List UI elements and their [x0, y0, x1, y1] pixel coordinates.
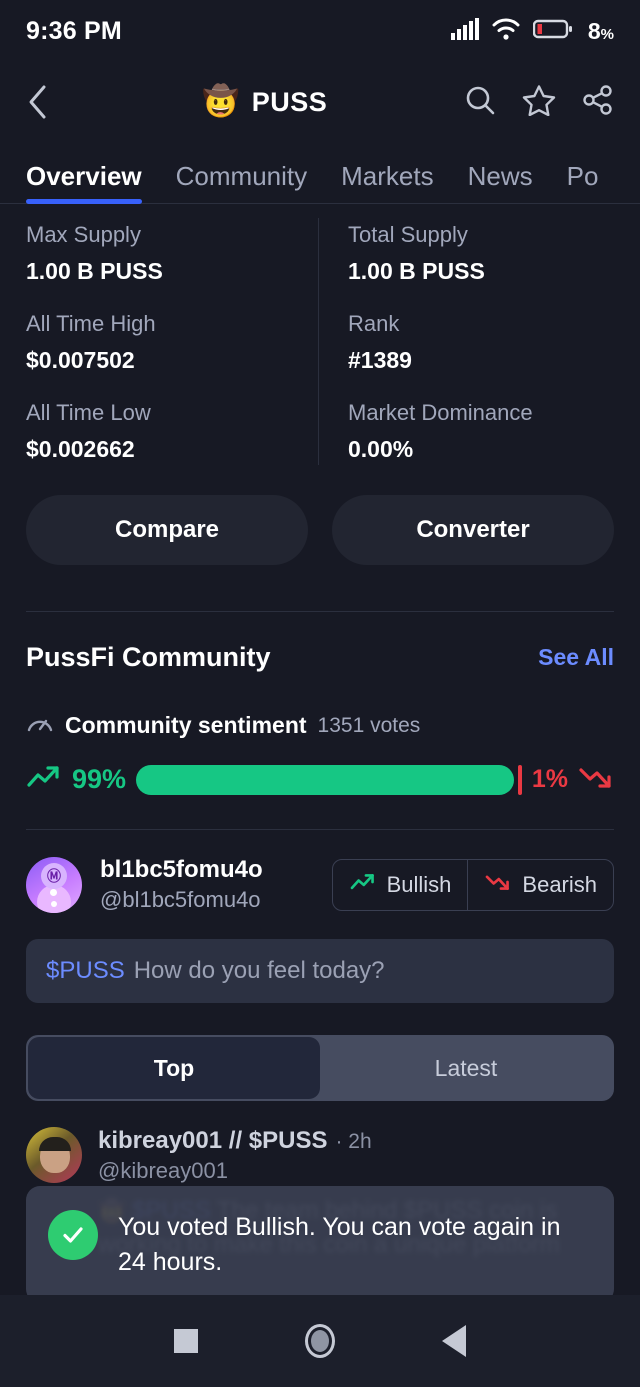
stat-value: 1.00 B PUSS [348, 258, 485, 284]
stat-label: Rank [348, 311, 400, 336]
section-tabs: Overview Community Markets News Po [0, 142, 640, 204]
status-bar-time: 9:36 PM [26, 16, 122, 45]
stat-label: All Time High [26, 311, 156, 336]
avatar-hair [39, 1137, 71, 1151]
see-all-link[interactable]: See All [538, 644, 614, 671]
coin-logo-icon: 🤠 [202, 85, 240, 118]
current-user-meta: bl1bc5fomu4o @bl1bc5fomu4o [100, 856, 314, 913]
stats-column-left: Max Supply 1.00 B PUSS All Time High $0.… [26, 222, 320, 489]
stat-value: 0.00% [348, 436, 414, 462]
tab-news[interactable]: News [468, 161, 533, 204]
stat-label: Max Supply [26, 222, 141, 247]
vote-bearish-button[interactable]: Bearish [467, 859, 613, 910]
bullish-percent: 99% [72, 764, 127, 794]
wifi-icon [492, 18, 520, 45]
stat-all-time-low: All Time Low $0.002662 [26, 400, 320, 463]
compare-button[interactable]: Compare [26, 495, 308, 565]
stat-value: 1.00 B PUSS [26, 258, 163, 284]
sentiment-votes-count: 1351 votes [317, 713, 421, 737]
post-timestamp: · 2h [335, 1130, 372, 1153]
square-icon[interactable] [173, 1329, 198, 1353]
sentiment-bar-bearish [518, 764, 522, 795]
current-user-handle: @bl1bc5fomu4o [100, 887, 261, 912]
star-icon[interactable] [522, 84, 556, 121]
community-section-header: PussFi Community See All [0, 612, 640, 673]
check-circle-icon [48, 1210, 98, 1260]
stat-value: $0.007502 [26, 347, 135, 373]
avatar-dot [50, 888, 57, 896]
current-user-row: Ⓜ bl1bc5fomu4o @bl1bc5fomu4o Bullish Bea… [0, 830, 640, 913]
header-title-group: 🤠 PUSS [66, 84, 464, 120]
community-section-title: PussFi Community [26, 642, 271, 672]
vote-bullish-button[interactable]: Bullish [333, 860, 468, 910]
avatar-dot [51, 900, 57, 907]
header-back-button[interactable] [26, 84, 66, 120]
avatar-logo-icon: Ⓜ [41, 862, 67, 889]
page-title: PUSS [251, 86, 328, 117]
stats-divider [318, 218, 319, 465]
post-avatar[interactable] [26, 1127, 82, 1183]
vote-button-group: Bullish Bearish [331, 858, 614, 911]
post-header: kibreay001 // $PUSS · 2h [98, 1127, 614, 1155]
converter-button[interactable]: Converter [332, 495, 614, 565]
stat-value: #1389 [348, 347, 412, 373]
post-author-handle: @kibreay001 [98, 1158, 228, 1183]
battery-percent: 8% [587, 17, 614, 44]
feed-filter-segment: Top Latest [26, 1035, 614, 1101]
sentiment-bar [136, 764, 522, 795]
stat-rank: Rank #1389 [348, 311, 614, 374]
post-composer[interactable]: $PUSS How do you feel today? [26, 939, 614, 1003]
sentiment-title: Community sentiment [65, 712, 307, 738]
stats-column-right: Total Supply 1.00 B PUSS Rank #1389 Mark… [320, 222, 614, 489]
stat-all-time-high: All Time High $0.007502 [26, 311, 320, 374]
system-navigation-bar [0, 1295, 640, 1387]
sentiment-header: Community sentiment 1351 votes [26, 711, 614, 740]
stat-total-supply: Total Supply 1.00 B PUSS [348, 222, 614, 285]
vote-bearish-label: Bearish [522, 871, 597, 897]
header-actions [464, 84, 614, 121]
toast-notification: You voted Bullish. You can vote again in… [26, 1186, 614, 1303]
circle-icon[interactable] [304, 1324, 335, 1358]
tab-community[interactable]: Community [176, 161, 307, 204]
stat-label: All Time Low [26, 400, 151, 425]
status-bar-indicators: 8% [450, 17, 614, 45]
coin-stats-grid: Max Supply 1.00 B PUSS All Time High $0.… [0, 204, 640, 489]
current-user-name: bl1bc5fomu4o [100, 856, 263, 883]
trend-down-icon [484, 871, 512, 899]
app-header: 🤠 PUSS [0, 62, 640, 142]
share-icon[interactable] [582, 84, 614, 121]
chevron-left-icon [29, 85, 46, 119]
stat-value: $0.002662 [26, 436, 135, 462]
trend-down-icon [578, 762, 614, 797]
search-icon[interactable] [464, 84, 496, 121]
vote-bullish-label: Bullish [386, 871, 452, 897]
tab-overview[interactable]: Overview [26, 161, 142, 204]
sentiment-bar-bullish [136, 764, 515, 795]
stat-max-supply: Max Supply 1.00 B PUSS [26, 222, 320, 285]
stat-market-dominance: Market Dominance 0.00% [348, 400, 614, 463]
toast-message: You voted Bullish. You can vote again in… [118, 1213, 561, 1276]
gauge-icon [26, 711, 54, 740]
trend-up-icon [349, 871, 377, 899]
stat-label: Market Dominance [348, 400, 533, 425]
cellular-signal-icon [450, 17, 479, 45]
composer-cashtag: $PUSS [46, 957, 125, 984]
coin-action-buttons: Compare Converter [0, 489, 640, 565]
app-root: 9:36 PM 8% 🤠 PUSS Overview Community Mar… [0, 0, 640, 1387]
status-bar: 9:36 PM 8% [0, 0, 640, 62]
composer-placeholder: How do you feel today? [133, 957, 385, 984]
post-author-name: kibreay001 // $PUSS [98, 1127, 328, 1154]
community-sentiment: Community sentiment 1351 votes 99% 1% [0, 673, 640, 797]
bearish-percent: 1% [531, 765, 568, 793]
triangle-left-icon[interactable] [442, 1325, 467, 1357]
stat-label: Total Supply [348, 222, 468, 247]
trend-up-icon [26, 762, 62, 797]
sentiment-bar-row: 99% 1% [26, 762, 614, 797]
feed-filter-top[interactable]: Top [28, 1037, 320, 1099]
feed-filter-latest[interactable]: Latest [320, 1037, 612, 1099]
avatar[interactable]: Ⓜ [26, 856, 82, 913]
battery-icon [532, 18, 573, 45]
tab-portfolio[interactable]: Po [567, 161, 599, 204]
tab-markets[interactable]: Markets [341, 161, 433, 204]
